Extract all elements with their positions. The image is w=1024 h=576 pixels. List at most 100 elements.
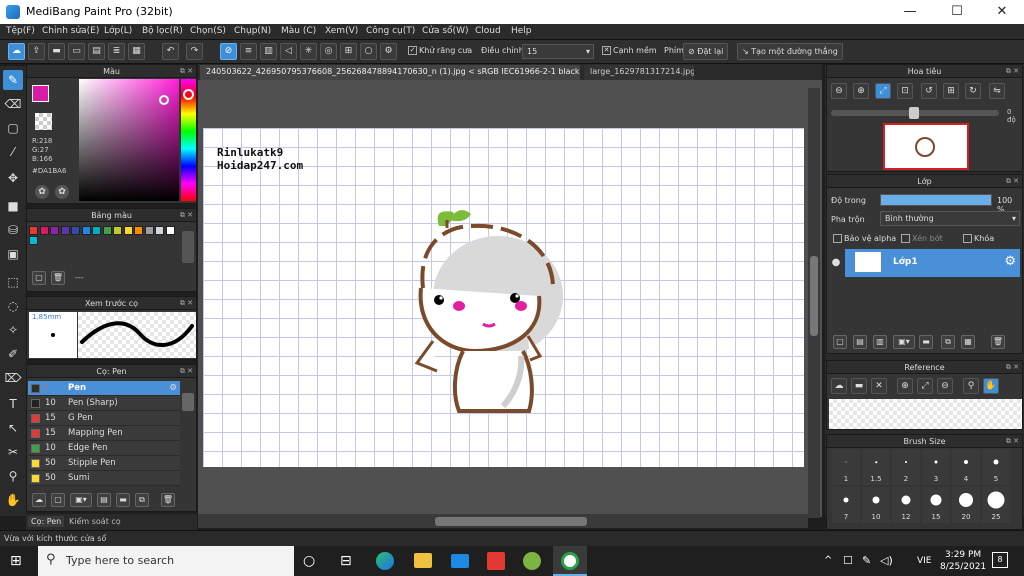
palette-swatch[interactable] (102, 226, 112, 235)
chevron-up-icon[interactable]: ^ (824, 555, 832, 566)
page-icon[interactable]: ▤ (88, 43, 105, 60)
tab-brush-control[interactable]: Kiểm soát cọ (66, 516, 124, 527)
rotation-slider[interactable] (831, 107, 999, 119)
network-icon[interactable]: ☐ (843, 554, 853, 567)
palette-scrollbar[interactable] (182, 231, 194, 263)
horizontal-scrollbar[interactable] (198, 514, 808, 528)
brush-item-mapping-pen[interactable]: 15 Mapping Pen (28, 426, 180, 441)
gift-icon[interactable] (487, 552, 505, 570)
divide-tool-icon[interactable]: ✂ (3, 442, 23, 462)
palette-swatch[interactable] (60, 226, 70, 235)
cloud-icon[interactable]: ☁ (8, 43, 25, 60)
notification-icon[interactable]: 8 (992, 552, 1008, 568)
open-folder-icon[interactable]: ▬ (851, 378, 867, 394)
flip-icon[interactable]: ⇋ (989, 83, 1005, 99)
new-raster-layer-icon[interactable]: ▤ (853, 335, 867, 349)
medibang-taskbar-button[interactable] (553, 546, 587, 576)
app-icon-green[interactable] (523, 552, 541, 570)
palette-swatch[interactable] (92, 226, 101, 235)
palette-swatch[interactable] (155, 226, 164, 235)
brush-size-cell[interactable]: 2 (892, 449, 920, 485)
menu-layer[interactable]: Lớp(L) (104, 26, 132, 36)
tab-document-2[interactable]: large_1629781317214.jpg (584, 65, 694, 80)
trash-icon[interactable]: 🗑 (991, 335, 1005, 349)
clip-checkbox[interactable]: Xén bớt (901, 234, 943, 243)
navigator-thumbnail[interactable] (883, 123, 969, 170)
share-icon[interactable]: ⇪ (28, 43, 45, 60)
menu-help[interactable]: Help (511, 26, 532, 36)
vanish-snap-icon[interactable]: ◁ (280, 43, 297, 60)
zoom-in-icon[interactable]: ⊕ (853, 83, 869, 99)
magic-wand-icon[interactable]: ✧ (3, 320, 23, 340)
palette-swatch[interactable] (29, 226, 38, 235)
brush-size-cell[interactable]: 5 (982, 449, 1010, 485)
palette-swatch[interactable] (144, 226, 154, 235)
windows-start-icon[interactable]: ⊞ (10, 554, 24, 568)
palette-swatch[interactable] (134, 226, 143, 235)
new-halftone-layer-icon[interactable]: ▥ (873, 335, 887, 349)
menu-select[interactable]: Chọn(S) (190, 26, 226, 36)
fit-icon[interactable]: ⤢ (917, 378, 933, 394)
tab-document-1[interactable]: 240503622_426950795376608_25626847889417… (200, 65, 580, 80)
cloud-icon[interactable]: ☁ (831, 378, 847, 394)
duplicate-icon[interactable]: ⧉ (941, 335, 955, 349)
protect-alpha-checkbox[interactable]: Bảo vệ alpha (833, 234, 896, 243)
cross-snap-icon[interactable]: ▥ (260, 43, 277, 60)
brush-size-cell[interactable]: 1 (832, 449, 860, 485)
add-layer-menu-icon[interactable]: ▣▾ (893, 335, 915, 349)
taskbar-search[interactable]: ⚲ Type here to search (38, 546, 294, 576)
opacity-slider[interactable] (880, 194, 992, 206)
palette-swatch[interactable] (123, 226, 133, 235)
blend-mode-select[interactable]: Bình thường ▾ (880, 211, 1020, 226)
line-tool-icon[interactable]: ⁄ (3, 142, 23, 162)
palette-swatch[interactable] (29, 236, 38, 245)
close-button[interactable]: ✕ (980, 2, 1024, 22)
tab-brush[interactable]: Cọ: Pen (28, 516, 65, 527)
palette-swatch[interactable] (71, 226, 80, 235)
actual-size-icon[interactable]: ⊡ (897, 83, 913, 99)
adjust-select[interactable]: 15 ▾ (522, 44, 594, 59)
mail-icon[interactable] (451, 554, 469, 568)
brush-item-edge-pen[interactable]: 10 Edge Pen (28, 441, 180, 456)
brush-size-cell[interactable]: 3 (922, 449, 950, 485)
operation-tool-icon[interactable]: ↖ (3, 418, 23, 438)
brush-tool-icon[interactable]: ✎ (3, 70, 23, 90)
brush-item-stipple-pen[interactable]: 50 Stipple Pen (28, 456, 180, 471)
select-eraser-icon[interactable]: ⌦ (3, 368, 23, 388)
menu-tools[interactable]: Công cụ(T) (366, 26, 415, 36)
transparent-swatch[interactable] (35, 113, 52, 130)
brush-size-cell[interactable]: 25 (982, 487, 1010, 523)
brush-item-pen[interactable]: ⁄ Pen ⚙ (28, 381, 180, 396)
no-snap-icon[interactable]: ⊘ (220, 43, 237, 60)
file-explorer-icon[interactable] (414, 553, 432, 568)
fill-rect-icon[interactable]: ■ (3, 196, 23, 216)
antialias-checkbox[interactable]: ✓ Khử răng cưa (408, 46, 472, 55)
soft-edge-checkbox[interactable]: ✕ Cạnh mềm (602, 46, 657, 55)
comment-icon[interactable]: ▬ (48, 43, 65, 60)
brush-size-cell[interactable]: 10 (862, 487, 890, 523)
brush-size-cell[interactable]: 7 (832, 487, 860, 523)
select-tool-icon[interactable]: ⬚ (3, 272, 23, 292)
widgets-icon[interactable]: ⊟ (340, 553, 352, 569)
menu-window[interactable]: Cửa sổ(W) (422, 26, 468, 36)
cloud-brush-icon[interactable]: ☁ (32, 493, 46, 507)
radial-snap-icon[interactable]: ✳ (300, 43, 317, 60)
brush-size-cell[interactable]: 12 (892, 487, 920, 523)
reset-button[interactable]: ⊘ Đặt lại (683, 43, 729, 60)
brush-size-cell[interactable]: 1.5 (862, 449, 890, 485)
parallel-snap-icon[interactable]: ≡ (240, 43, 257, 60)
duplicate-icon[interactable]: ⧉ (135, 493, 149, 507)
palette-swatch[interactable] (81, 226, 91, 235)
zoom-out-icon[interactable]: ⊖ (831, 83, 847, 99)
edge-browser-icon[interactable] (376, 552, 394, 570)
panel-options-icon[interactable]: ⧉ ✕ (180, 65, 193, 78)
palette-swatch[interactable] (50, 226, 59, 235)
circle-snap-icon[interactable]: ○ (360, 43, 377, 60)
menu-color[interactable]: Màu (C) (281, 26, 316, 36)
hue-slider[interactable] (181, 79, 196, 201)
folder-icon[interactable]: ▬ (919, 335, 933, 349)
rotation-handle[interactable] (909, 107, 919, 119)
new-brush-icon[interactable]: ▢ (51, 493, 65, 507)
palette-icon[interactable]: ✿ (35, 185, 49, 199)
rect-tool-icon[interactable]: ▢ (3, 118, 23, 138)
